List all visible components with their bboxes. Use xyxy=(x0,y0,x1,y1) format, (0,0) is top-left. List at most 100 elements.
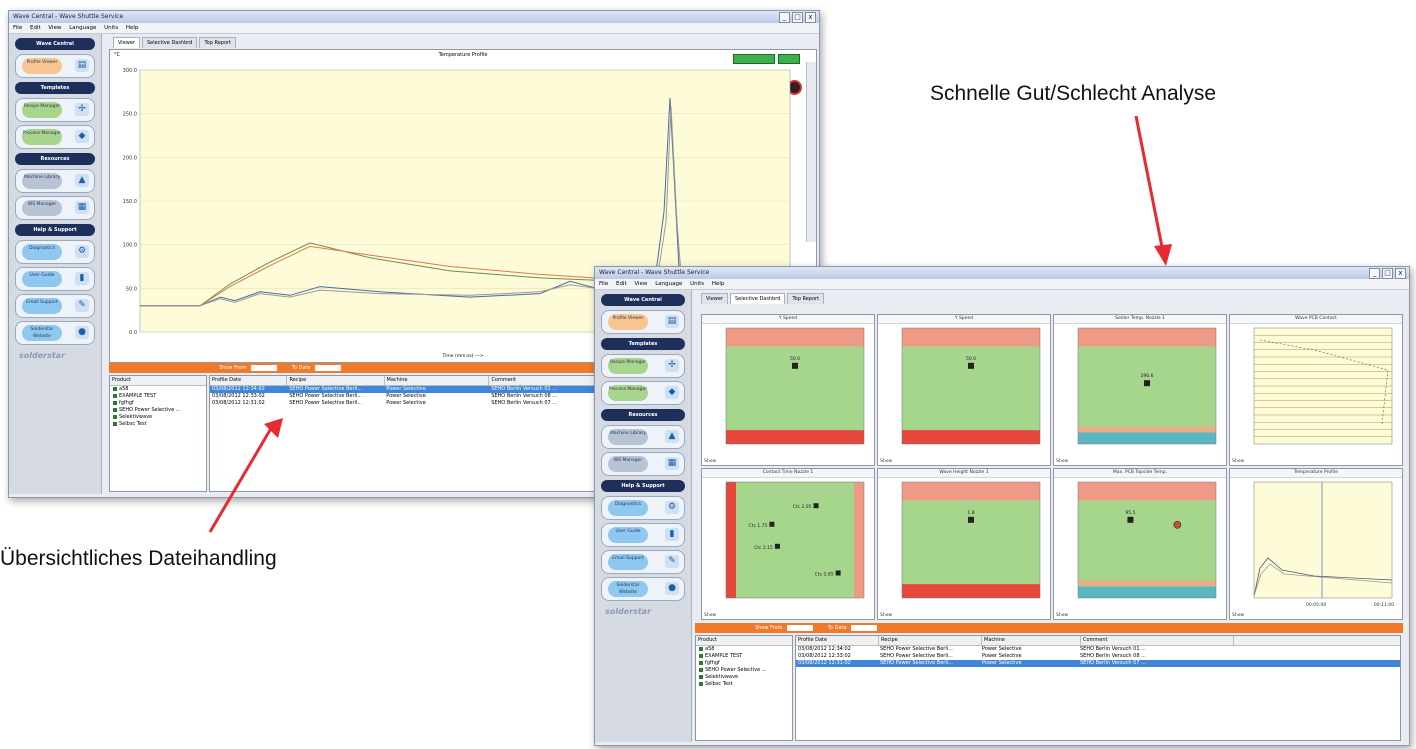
checkbox-icon[interactable] xyxy=(113,407,117,412)
column-header[interactable]: Comment xyxy=(489,376,610,385)
sidebar-button-solderstar-website[interactable]: Solderstar Website ● xyxy=(601,577,685,601)
dashboard-panel[interactable]: Y Speed Show 50.0 xyxy=(701,314,875,466)
to-date-field[interactable] xyxy=(851,625,878,631)
product-list-item[interactable]: a58 xyxy=(696,646,792,653)
sidebar-button-profile-viewer[interactable]: Profile Viewer ▤ xyxy=(601,310,685,334)
product-list-item[interactable]: EXAMPLE TEST xyxy=(110,393,206,400)
column-header[interactable]: Recipe xyxy=(287,376,385,385)
checkbox-icon[interactable] xyxy=(113,393,117,398)
show-from-field[interactable] xyxy=(251,365,278,371)
sidebar-button-process-manager[interactable]: Process Manager ◆ xyxy=(15,125,95,149)
sidebar-button-email-support[interactable]: Email Support ✎ xyxy=(15,294,95,318)
show-from-field[interactable] xyxy=(787,625,814,631)
sidebar-button-diagnostics[interactable]: Diagnostics ⚙ xyxy=(601,496,685,520)
dashboard-panel[interactable]: Contact Time Nozzle 1 Show Ctc 2.05 Ctc 1.7… xyxy=(701,468,875,620)
sidebar-button-user-guide[interactable]: User Guide ▮ xyxy=(601,523,685,547)
product-list-item[interactable]: EXAMPLE TEST xyxy=(696,653,792,660)
sidebar-button-machine-library[interactable]: Machine Library ▲ xyxy=(601,425,685,449)
dashboard-panel[interactable]: Wave Height Nozzle 1 Show 1.8 xyxy=(877,468,1051,620)
tab-viewer[interactable]: Viewer xyxy=(113,37,140,48)
checkbox-icon[interactable] xyxy=(699,646,703,651)
dashboard-panel[interactable]: Solder Temp. Nozzle 1 Show 296.6 xyxy=(1053,314,1227,466)
menu-language[interactable]: Language xyxy=(655,281,682,287)
maximize-button[interactable]: □ xyxy=(1382,268,1393,279)
product-list-item[interactable]: SEHO Power Selective ... xyxy=(696,667,792,674)
minimize-button[interactable]: _ xyxy=(779,12,790,23)
product-list-item[interactable]: fgfhgf xyxy=(110,400,206,407)
column-header[interactable]: Recipe xyxy=(879,636,982,645)
menu-edit[interactable]: Edit xyxy=(30,25,41,31)
sidebar-button-recipe-manager[interactable]: Recipe Manager ✢ xyxy=(601,354,685,378)
checkbox-icon[interactable] xyxy=(113,414,117,419)
sidebar-button-profile-viewer[interactable]: Profile Viewer ▤ xyxy=(15,54,95,78)
minimize-button[interactable]: _ xyxy=(1369,268,1380,279)
sidebar-button-ws-manager[interactable]: WS Manager ▦ xyxy=(601,452,685,476)
sidebar-button-email-support[interactable]: Email Support ✎ xyxy=(601,550,685,574)
sidebar-button-machine-library[interactable]: Machine Library ▲ xyxy=(15,169,95,193)
menu-view[interactable]: View xyxy=(48,25,61,31)
checkbox-icon[interactable] xyxy=(699,681,703,686)
sidebar-button-user-guide[interactable]: User Guide ▮ xyxy=(15,267,95,291)
menu-units[interactable]: Units xyxy=(104,25,118,31)
menu-units[interactable]: Units xyxy=(690,281,704,287)
product-list-item[interactable]: a58 xyxy=(110,386,206,393)
table-row[interactable]: 03/08/2012 12:34:02 SEHO Power Selective … xyxy=(796,646,1400,653)
tab-viewer[interactable]: Viewer xyxy=(701,293,728,304)
show-checkbox[interactable]: Show xyxy=(1056,459,1068,464)
table-row[interactable]: 03/08/2012 12:31:02 SEHO Power Selective … xyxy=(210,400,610,407)
checkbox-icon[interactable] xyxy=(699,674,703,679)
checkbox-icon[interactable] xyxy=(113,421,117,426)
dashboard-panel[interactable]: Max. PCB Topside Temp. Show 95.5 xyxy=(1053,468,1227,620)
checkbox-icon[interactable] xyxy=(699,653,703,658)
tab-selective-dashboard[interactable]: Selective Dashbrd xyxy=(730,293,786,304)
product-list-item[interactable]: Selektivwave xyxy=(110,414,206,421)
menu-file[interactable]: File xyxy=(13,25,22,31)
menu-view[interactable]: View xyxy=(634,281,647,287)
dashboard-panel[interactable]: Y Speed Show 50.0 xyxy=(877,314,1051,466)
tab-top-report[interactable]: Top Report xyxy=(787,293,825,304)
show-checkbox[interactable]: Show xyxy=(1232,613,1244,618)
menu-file[interactable]: File xyxy=(599,281,608,287)
product-list-item[interactable]: Selektivwave xyxy=(696,674,792,681)
checkbox-icon[interactable] xyxy=(113,400,117,405)
checkbox-icon[interactable] xyxy=(113,386,117,391)
product-list-item[interactable]: Selbsc Test xyxy=(110,421,206,428)
product-list-item[interactable]: fgfhgf xyxy=(696,660,792,667)
show-checkbox[interactable]: Show xyxy=(880,459,892,464)
show-checkbox[interactable]: Show xyxy=(1056,613,1068,618)
sidebar-button-recipe-manager[interactable]: Recipe Manager ✢ xyxy=(15,98,95,122)
product-list-item[interactable]: Selbsc Test xyxy=(696,681,792,688)
column-header[interactable]: Profile Date xyxy=(796,636,879,645)
column-header[interactable]: Machine xyxy=(385,376,490,385)
sidebar-button-diagnostics[interactable]: Diagnostics ⚙ xyxy=(15,240,95,264)
checkbox-icon[interactable] xyxy=(699,667,703,672)
product-list-item[interactable]: SEHO Power Selective ... xyxy=(110,407,206,414)
column-header[interactable]: Profile Date xyxy=(210,376,288,385)
close-button[interactable]: x xyxy=(805,12,816,23)
dashboard-panel[interactable]: Wave PCB Contact Show xyxy=(1229,314,1403,466)
close-button[interactable]: x xyxy=(1395,268,1406,279)
table-row[interactable]: 03/08/2012 12:33:02 SEHO Power Selective … xyxy=(210,393,610,400)
menu-edit[interactable]: Edit xyxy=(616,281,627,287)
dashboard-panel[interactable]: Temperature Profile Show 00:05:00 00:11:00 xyxy=(1229,468,1403,620)
menu-help[interactable]: Help xyxy=(126,25,139,31)
table-row[interactable]: 03/08/2012 12:31:02 SEHO Power Selective … xyxy=(796,660,1400,667)
show-checkbox[interactable]: Show xyxy=(1232,459,1244,464)
menu-help[interactable]: Help xyxy=(712,281,725,287)
column-header[interactable]: Machine xyxy=(982,636,1081,645)
sidebar-button-process-manager[interactable]: Process Manager ◆ xyxy=(601,381,685,405)
column-header[interactable]: Comment xyxy=(1081,636,1234,645)
maximize-button[interactable]: □ xyxy=(792,12,803,23)
show-checkbox[interactable]: Show xyxy=(880,613,892,618)
table-row[interactable]: 03/08/2012 12:34:02 SEHO Power Selective … xyxy=(210,386,610,393)
table-row[interactable]: 03/08/2012 12:33:02 SEHO Power Selective … xyxy=(796,653,1400,660)
show-checkbox[interactable]: Show xyxy=(704,613,716,618)
sidebar-button-solderstar-website[interactable]: Solderstar Website ● xyxy=(15,321,95,345)
tab-selective-dashboard[interactable]: Selective Dashbrd xyxy=(142,37,198,48)
to-date-field[interactable] xyxy=(315,365,342,371)
checkbox-icon[interactable] xyxy=(699,660,703,665)
show-checkbox[interactable]: Show xyxy=(704,459,716,464)
menu-language[interactable]: Language xyxy=(69,25,96,31)
sidebar-button-ws-manager[interactable]: WS Manager ▦ xyxy=(15,196,95,220)
tab-top-report[interactable]: Top Report xyxy=(199,37,237,48)
